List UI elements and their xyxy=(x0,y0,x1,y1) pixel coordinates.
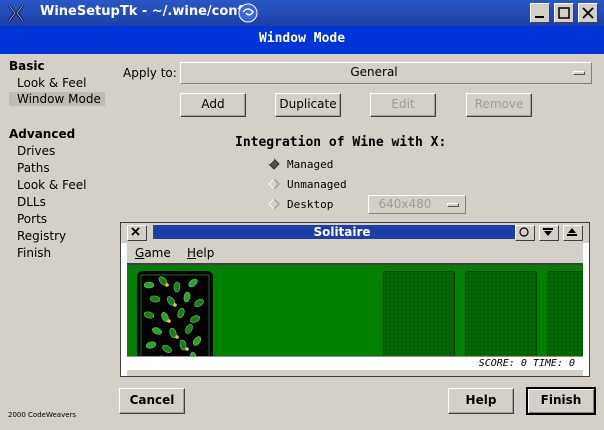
dropdown-bar-icon xyxy=(447,203,459,207)
menu-help-rest: elp xyxy=(196,246,215,260)
minimize-icon xyxy=(535,16,544,18)
sidebar-item-registry[interactable]: Registry xyxy=(17,229,66,243)
solitaire-statusbar: SCORE: 0 TIME: 0 xyxy=(127,356,583,370)
solitaire-menubar: Game Help xyxy=(127,243,583,263)
cancel-button[interactable]: Cancel xyxy=(119,388,185,414)
add-button[interactable]: Add xyxy=(180,93,246,117)
sidebar-item-look-feel[interactable]: Look & Feel xyxy=(17,76,86,90)
menu-help[interactable]: Help xyxy=(187,246,214,260)
menu-game[interactable]: Game xyxy=(135,246,171,260)
solitaire-titlebar-frame: Solitaire xyxy=(121,223,589,243)
circle-icon xyxy=(519,227,529,237)
sidebar-item-finish[interactable]: Finish xyxy=(17,246,51,260)
page-header: Window Mode xyxy=(0,26,604,54)
menu-help-accel: H xyxy=(187,246,197,260)
integration-heading: Integration of Wine with X: xyxy=(235,135,447,150)
maximize-button[interactable] xyxy=(554,3,574,23)
finish-button[interactable]: Finish xyxy=(526,387,596,415)
foundation-pile[interactable] xyxy=(547,271,583,356)
radio-label-desktop[interactable]: Desktop xyxy=(287,198,333,211)
score-time-text: SCORE: 0 TIME: 0 xyxy=(478,358,575,369)
sidebar-item-paths[interactable]: Paths xyxy=(17,161,50,175)
solitaire-iconify-button[interactable] xyxy=(515,225,535,241)
menu-game-accel: G xyxy=(135,246,145,260)
maximize-icon xyxy=(558,7,570,19)
solitaire-close-button[interactable] xyxy=(127,225,147,241)
sidebar-heading-advanced: Advanced xyxy=(9,127,76,141)
card-back-ivy-icon xyxy=(140,274,210,356)
stock-pile-card[interactable] xyxy=(137,271,213,356)
desktop-swirl-icon[interactable] xyxy=(238,3,258,23)
radio-unmanaged-icon[interactable] xyxy=(268,178,280,190)
desktop-size-select[interactable]: 640x480 xyxy=(368,195,466,214)
solitaire-shade-button[interactable] xyxy=(539,225,559,241)
radio-desktop-icon[interactable] xyxy=(268,198,280,210)
radio-managed-icon[interactable] xyxy=(268,158,280,170)
sidebar-item-dlls[interactable]: DLLs xyxy=(17,195,46,209)
sidebar-item-look-feel-advanced[interactable]: Look & Feel xyxy=(17,178,86,192)
apply-to-select[interactable]: General xyxy=(180,62,592,84)
dropdown-bar-icon xyxy=(573,71,585,75)
duplicate-button[interactable]: Duplicate xyxy=(275,93,341,117)
apply-to-value: General xyxy=(350,65,398,79)
credit-text: 2000 CodeWeavers xyxy=(8,411,77,419)
solitaire-title: Solitaire xyxy=(153,225,531,239)
menu-game-rest: ame xyxy=(144,246,171,260)
close-button[interactable] xyxy=(578,3,598,23)
triangle-down-icon xyxy=(543,228,553,236)
sidebar-item-window-mode[interactable]: Window Mode xyxy=(9,92,105,106)
window-title: WineSetupTk - ~/.wine/config xyxy=(40,4,257,19)
solitaire-maximize-button[interactable] xyxy=(563,225,583,241)
radio-label-unmanaged[interactable]: Unmanaged xyxy=(287,178,347,191)
close-icon xyxy=(131,227,140,236)
apply-to-label: Apply to: xyxy=(123,66,177,80)
window-titlebar[interactable]: WineSetupTk - ~/.wine/config xyxy=(0,0,604,26)
solitaire-window[interactable]: Solitaire Game Help SCORE: 0 TIME: 0 xyxy=(120,222,590,377)
remove-button[interactable]: Remove xyxy=(466,93,532,117)
sidebar-item-ports[interactable]: Ports xyxy=(17,212,47,226)
desktop-size-value: 640x480 xyxy=(378,197,432,211)
close-icon xyxy=(582,7,594,19)
horizontal-scrollbar[interactable] xyxy=(127,370,583,376)
foundation-pile[interactable] xyxy=(383,271,455,356)
edit-button[interactable]: Edit xyxy=(370,93,436,117)
minimize-button[interactable] xyxy=(530,3,550,23)
triangle-up-icon xyxy=(567,228,577,236)
sidebar-heading-basic: Basic xyxy=(9,59,45,73)
sidebar-item-drives[interactable]: Drives xyxy=(17,144,55,158)
foundation-pile[interactable] xyxy=(465,271,537,356)
help-button[interactable]: Help xyxy=(448,388,514,414)
radio-label-managed[interactable]: Managed xyxy=(287,158,333,171)
solitaire-table[interactable] xyxy=(127,263,583,356)
wine-x-icon[interactable] xyxy=(6,3,26,23)
